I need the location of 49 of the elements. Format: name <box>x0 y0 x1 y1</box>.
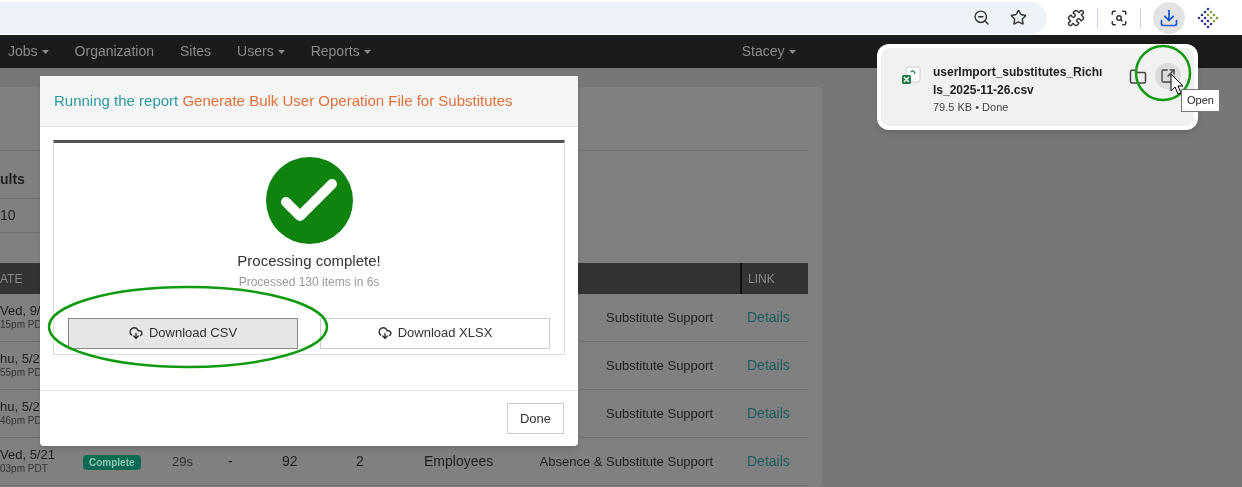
file-name: userImport_substitutes_Richı <box>933 64 1104 81</box>
table-cell-text: Substitute Support <box>606 404 713 423</box>
table-cell-text: Substitute Support <box>606 308 713 327</box>
file-name: ls_2025-11-26.csv <box>933 82 1035 99</box>
cloud-download-icon <box>377 326 392 340</box>
zoom-out-icon[interactable] <box>973 9 990 27</box>
nav-menu-item[interactable]: Organization <box>74 41 154 63</box>
filter-label: ults <box>0 171 25 187</box>
date-text: hu, 5/2 <box>0 351 41 368</box>
nav-menu-item[interactable]: Users <box>237 41 285 63</box>
download-button[interactable]: Download CSV <box>68 317 298 349</box>
download-icon <box>1159 7 1179 28</box>
extensions-icon[interactable] <box>1067 8 1085 27</box>
time-text: 03pm PDT <box>0 463 49 476</box>
downloads-button[interactable] <box>1153 1 1185 34</box>
table-cell: 2 <box>356 453 364 469</box>
extension-logo-icon[interactable] <box>1197 6 1219 29</box>
folder-icon[interactable] <box>1129 68 1147 86</box>
reader-icon[interactable] <box>1110 8 1128 27</box>
file-info: 79.5 KB • Done <box>933 100 1010 115</box>
success-check-icon <box>265 157 353 244</box>
table-cell: 92 <box>282 453 298 469</box>
filter-value: 10 <box>0 207 16 223</box>
status-badge: Complete <box>83 455 141 470</box>
nav-menu-item[interactable]: Reports <box>310 41 371 63</box>
dialog-title: Running the report Generate Bulk User Operation File for Substitutes <box>54 90 513 111</box>
duration-text: 29s <box>172 453 193 469</box>
open-external-icon <box>1160 68 1176 84</box>
table-cell-text: Absence & Substitute Support <box>539 452 713 471</box>
tooltip: Open <box>1181 89 1220 112</box>
date-text: Ved, 9/ <box>0 303 42 320</box>
column-header: LINK <box>740 263 775 294</box>
nav-menu-item[interactable]: Jobs <box>8 41 49 63</box>
date-text: Ved, 5/21 <box>0 447 56 464</box>
table-cell-text: Substitute Support <box>606 356 713 375</box>
date-text: hu, 5/2 <box>0 399 41 416</box>
cloud-download-icon <box>128 326 143 340</box>
detail-text: Processed 130 items in 6s <box>238 273 380 291</box>
table-cell: Employees <box>424 453 494 469</box>
done-button[interactable]: Done <box>506 403 564 434</box>
table-cell: - <box>228 453 233 469</box>
user-menu[interactable]: Stacey <box>741 41 796 63</box>
nav-menu-item[interactable]: Sites <box>179 41 212 63</box>
status-text: Processing complete! <box>237 251 381 271</box>
column-header: ATE <box>0 271 23 286</box>
spreadsheet-file-icon <box>901 66 921 86</box>
bookmark-star-icon[interactable] <box>1010 9 1027 27</box>
cursor-icon <box>1170 73 1184 95</box>
download-button[interactable]: Download XLSX <box>320 317 550 349</box>
